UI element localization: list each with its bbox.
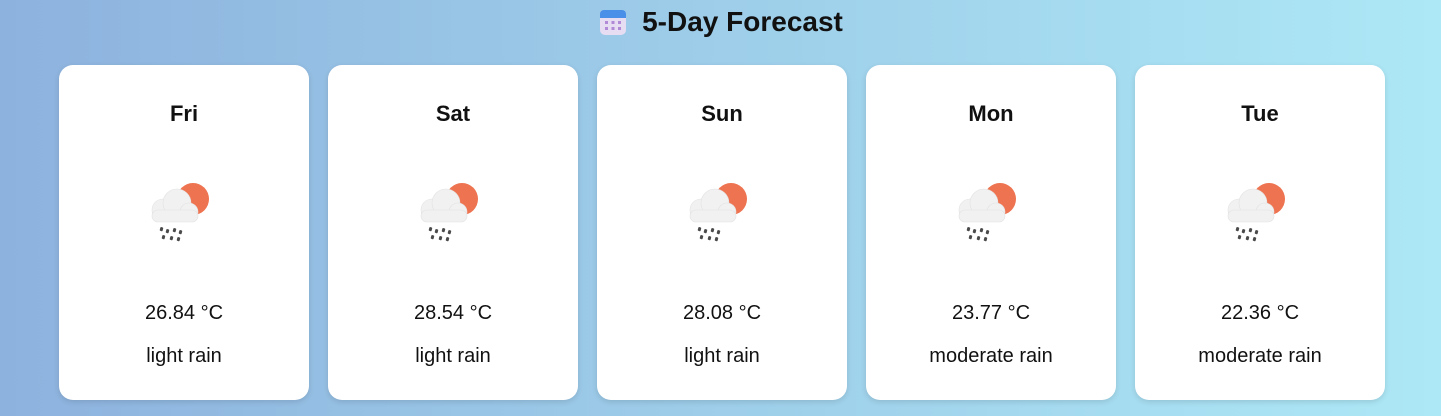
sun-cloud-rain-icon — [952, 177, 1030, 255]
calendar-icon — [598, 7, 628, 37]
forecast-day: Fri — [169, 101, 199, 126]
forecast-temp: 28.54 °C — [413, 302, 493, 324]
forecast-description: moderate rain — [1198, 345, 1322, 367]
forecast-day: Mon — [968, 101, 1014, 126]
forecast-temp: 23.77 °C — [951, 302, 1031, 324]
page-title: 5-Day Forecast — [642, 6, 843, 37]
forecast-temp: 26.84 °C — [144, 302, 224, 324]
forecast-day: Tue — [1241, 101, 1279, 126]
forecast-day: Sun — [701, 101, 743, 126]
sun-cloud-rain-icon — [414, 177, 492, 255]
sun-cloud-rain-icon — [145, 177, 223, 255]
sun-cloud-rain-icon — [1221, 177, 1299, 255]
forecast-temp: 22.36 °C — [1220, 302, 1300, 324]
forecast-temp: 28.08 °C — [682, 302, 762, 324]
forecast-card-mon: Mon 23.77 °C moderate rain — [866, 65, 1116, 400]
forecast-description: light rain — [684, 345, 760, 367]
forecast-description: light rain — [415, 345, 491, 367]
forecast-day: Sat — [435, 101, 471, 126]
forecast-card-tue: Tue 22.36 °C moderate rain — [1135, 65, 1385, 400]
forecast-card-sat: Sat 28.54 °C light rain — [328, 65, 578, 400]
forecast-header: 5-Day Forecast — [0, 4, 1441, 40]
forecast-description: light rain — [146, 345, 222, 367]
forecast-list: Fri 26.84 °C light rain Sat 28.54 °C lig… — [59, 65, 1385, 400]
forecast-card-fri: Fri 26.84 °C light rain — [59, 65, 309, 400]
forecast-card-sun: Sun 28.08 °C light rain — [597, 65, 847, 400]
sun-cloud-rain-icon — [683, 177, 761, 255]
forecast-description: moderate rain — [929, 345, 1053, 367]
